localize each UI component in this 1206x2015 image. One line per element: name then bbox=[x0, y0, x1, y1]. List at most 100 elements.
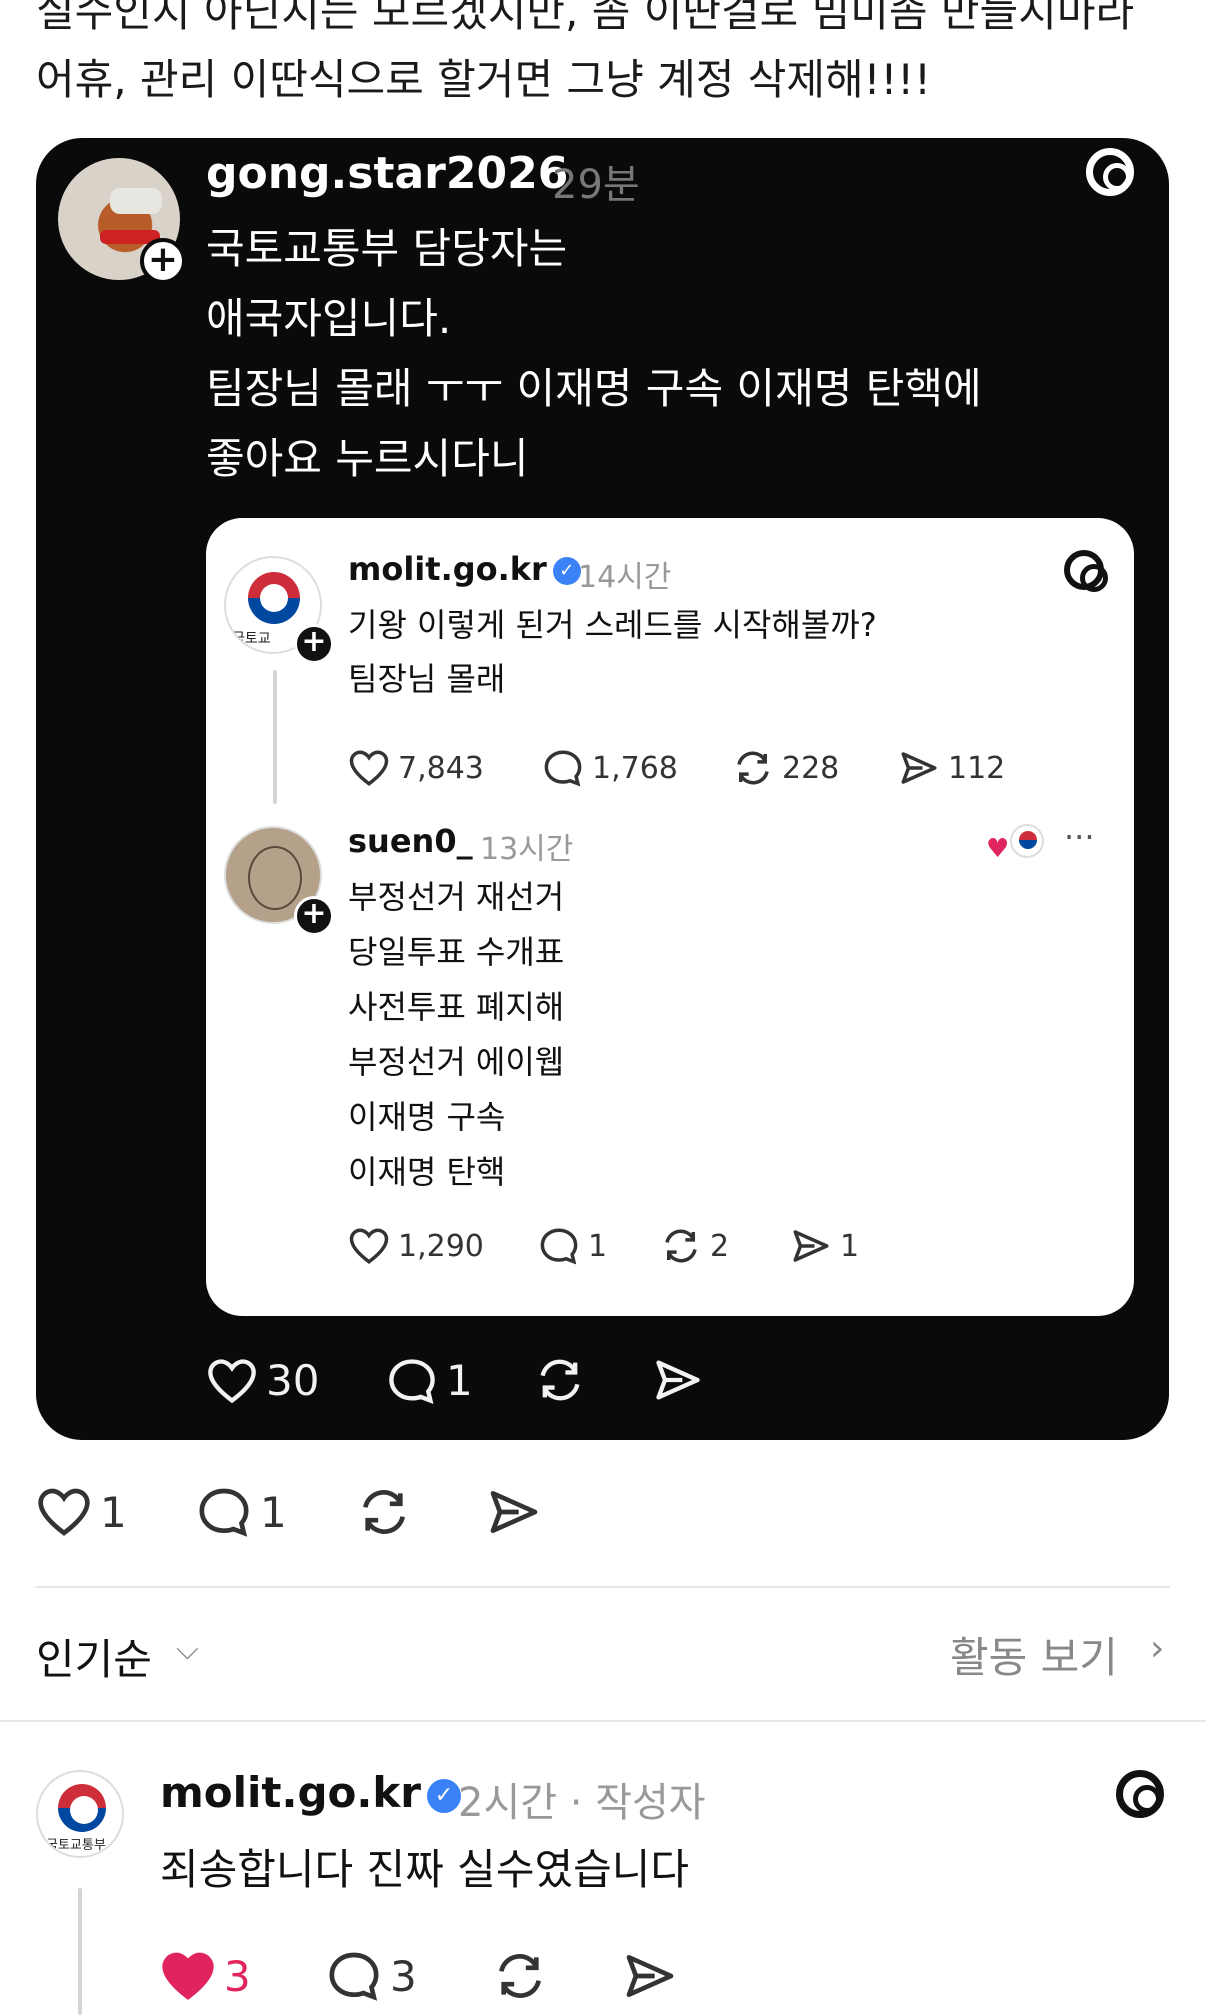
avatar-caption: 국토교통부 bbox=[46, 1838, 106, 1853]
repost-body-line: 팀장님 몰래 ㅜㅜ 이재명 구속 이재명 탄핵에 bbox=[206, 364, 982, 413]
follow-plus-icon[interactable]: + bbox=[140, 238, 186, 284]
repost-button[interactable]: 2 bbox=[660, 1226, 729, 1266]
share-count: 112 bbox=[948, 750, 1006, 786]
repost-username[interactable]: gong.star2026 bbox=[206, 148, 568, 199]
share-icon bbox=[626, 1955, 674, 1997]
share-count: 1 bbox=[840, 1228, 860, 1264]
follow-plus-icon[interactable]: + bbox=[294, 624, 334, 664]
reply-button[interactable]: 1,768 bbox=[542, 748, 678, 788]
share-icon bbox=[793, 1230, 829, 1262]
sort-dropdown[interactable]: 인기순 bbox=[36, 1626, 152, 1687]
share-button[interactable]: 112 bbox=[898, 748, 1005, 788]
reply-text-line: 사전투표 폐지해 bbox=[348, 988, 565, 1026]
repost-icon bbox=[737, 751, 769, 785]
repost-button[interactable] bbox=[356, 1486, 412, 1538]
heart-icon bbox=[349, 750, 389, 786]
threads-icon bbox=[1064, 550, 1108, 592]
share-icon bbox=[901, 752, 937, 784]
share-button[interactable] bbox=[652, 1356, 704, 1404]
quoted-text-line: 팀장님 몰래 bbox=[348, 660, 506, 698]
thread-connector bbox=[78, 1888, 82, 2015]
follow-plus-icon[interactable]: + bbox=[294, 896, 334, 936]
reply-count: 1,768 bbox=[592, 750, 678, 786]
like-button[interactable]: 3 bbox=[160, 1950, 251, 2002]
chevron-right-icon[interactable]: › bbox=[1150, 1628, 1164, 1669]
reply-count: 1 bbox=[446, 1356, 473, 1405]
reply-text-line: 이재명 구속 bbox=[348, 1098, 506, 1136]
top-caption: 실수인지 아닌지는 모르겠지만, 좀 이딴걸로 밈미좀 만들지마라 어휴, 관리… bbox=[36, 0, 1186, 114]
heart-icon bbox=[208, 1358, 256, 1403]
repost-body-line: 애국자입니다. bbox=[206, 294, 452, 343]
share-icon bbox=[490, 1491, 538, 1533]
quoted-text-line: 기왕 이렇게 된거 스레드를 시작해볼까? bbox=[348, 606, 877, 644]
divider bbox=[0, 1720, 1206, 1722]
repost-icon bbox=[540, 1359, 580, 1401]
caption-line-2: 어휴, 관리 이딴식으로 할거면 그냥 계정 삭제해!!!! bbox=[36, 55, 931, 104]
divider bbox=[36, 1586, 1170, 1588]
taeguk-logo-icon bbox=[58, 1784, 106, 1832]
repost-button[interactable] bbox=[534, 1356, 586, 1404]
caption-line-1: 실수인지 아닌지는 모르겠지만, 좀 이딴걸로 밈미좀 만들지마라 bbox=[36, 0, 1135, 36]
reply-button[interactable]: 3 bbox=[326, 1950, 417, 2002]
liked-by-heart-icon: ♥ bbox=[986, 834, 1010, 864]
reply-username[interactable]: suen0_ bbox=[348, 822, 473, 860]
like-count: 30 bbox=[266, 1356, 320, 1405]
repost-button[interactable] bbox=[492, 1950, 548, 2002]
reply-count: 3 bbox=[390, 1951, 417, 2001]
comment-icon bbox=[544, 750, 582, 787]
repost-icon bbox=[363, 1490, 405, 1534]
share-button[interactable]: 1 bbox=[790, 1226, 859, 1266]
share-icon bbox=[656, 1360, 700, 1400]
reply-count: 1 bbox=[260, 1487, 287, 1537]
repost-icon bbox=[499, 1954, 541, 1998]
like-button[interactable]: 30 bbox=[206, 1356, 319, 1405]
reply-button[interactable]: 1 bbox=[386, 1356, 473, 1405]
quoted-username-text: molit.go.kr bbox=[348, 550, 547, 588]
taeguk-logo-icon bbox=[248, 572, 300, 624]
reply-button[interactable]: 1 bbox=[196, 1486, 287, 1538]
reply-count: 1 bbox=[588, 1228, 608, 1264]
comment-avatar[interactable]: 국토교통부 bbox=[36, 1770, 124, 1858]
verified-icon: ✓ bbox=[426, 1778, 461, 1813]
repost-icon bbox=[665, 1229, 697, 1263]
like-button[interactable]: 1 bbox=[36, 1486, 127, 1538]
avatar-caption: 국토교 bbox=[232, 631, 271, 647]
quoted-time: 14시간 bbox=[578, 560, 672, 595]
quoted-username[interactable]: molit.go.kr ✓ bbox=[348, 550, 581, 588]
reply-button[interactable]: 1 bbox=[538, 1226, 607, 1266]
like-count: 1 bbox=[100, 1487, 127, 1537]
share-button[interactable] bbox=[486, 1486, 542, 1538]
comment-username-text: molit.go.kr bbox=[160, 1768, 421, 1817]
repost-count: 228 bbox=[782, 750, 840, 786]
repost-count: 2 bbox=[710, 1228, 730, 1264]
like-button[interactable]: 7,843 bbox=[348, 748, 484, 788]
chevron-down-icon[interactable]: ⌵ bbox=[176, 1632, 199, 1667]
heart-filled-icon bbox=[162, 1952, 214, 2000]
comment-icon bbox=[389, 1358, 435, 1404]
reply-time: 13시간 bbox=[480, 832, 574, 867]
verified-icon: ✓ bbox=[552, 557, 581, 585]
comment-icon bbox=[329, 1952, 379, 2001]
comment-meta: 2시간 · 작성자 bbox=[458, 1780, 706, 1826]
repost-body-line: 좋아요 누르시다니 bbox=[206, 434, 529, 483]
comment-username[interactable]: molit.go.kr ✓ bbox=[160, 1768, 461, 1817]
heart-icon bbox=[349, 1228, 389, 1264]
share-button[interactable] bbox=[622, 1950, 678, 2002]
comment-icon bbox=[540, 1228, 578, 1265]
reply-text-line: 부정선거 재선거 bbox=[348, 878, 565, 916]
like-button[interactable]: 1,290 bbox=[348, 1226, 484, 1266]
threads-icon bbox=[1116, 1770, 1164, 1818]
thread-connector bbox=[273, 670, 277, 804]
comment-icon bbox=[199, 1488, 249, 1537]
repost-button[interactable]: 228 bbox=[732, 748, 839, 788]
repost-body-line: 국토교통부 담당자는 bbox=[206, 224, 568, 273]
repost-body: 국토교통부 담당자는 애국자입니다. 팀장님 몰래 ㅜㅜ 이재명 구속 이재명 … bbox=[206, 214, 1066, 494]
more-icon[interactable]: ··· bbox=[1064, 818, 1095, 856]
view-activity-link[interactable]: 활동 보기 bbox=[950, 1624, 1118, 1685]
reply-text-line: 당일투표 수개표 bbox=[348, 933, 565, 971]
like-count: 7,843 bbox=[398, 750, 484, 786]
liked-by-avatar bbox=[1010, 824, 1044, 858]
reply-text-line: 부정선거 에이웹 bbox=[348, 1043, 565, 1081]
threads-icon bbox=[1086, 148, 1134, 196]
like-count: 3 bbox=[224, 1951, 251, 2001]
